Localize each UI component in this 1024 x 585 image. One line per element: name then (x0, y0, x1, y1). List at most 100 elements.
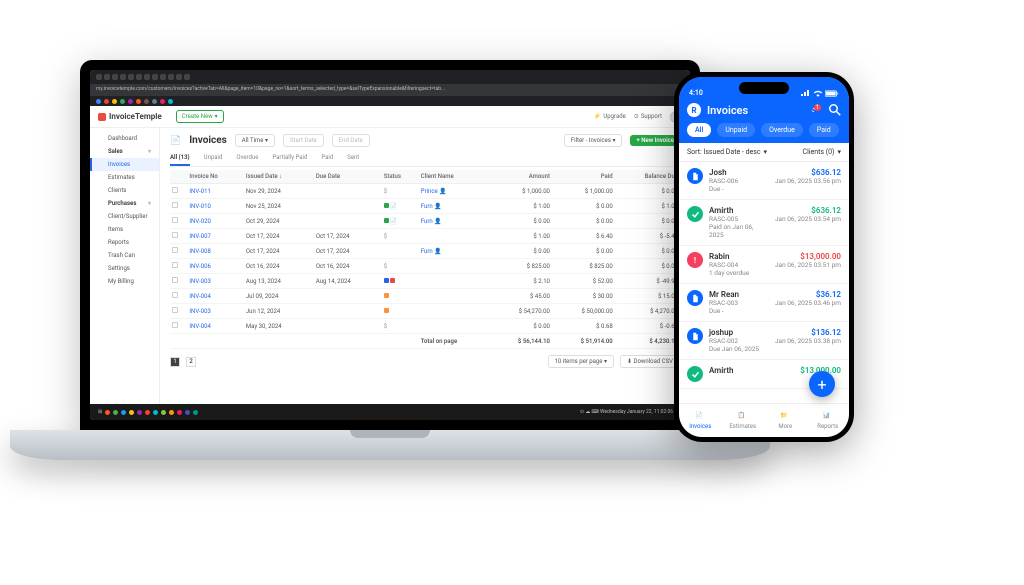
column-header[interactable]: Paid (552, 170, 615, 184)
column-header[interactable]: Invoice No (187, 170, 243, 184)
clients-filter-dropdown[interactable]: Clients (0) ▾ (803, 148, 841, 156)
sidebar-item-sales[interactable]: Sales ▾ (90, 145, 159, 158)
client-link[interactable]: Furn (421, 203, 433, 210)
new-invoice-button[interactable]: + New Invoice (630, 135, 680, 146)
fab-add-button[interactable]: + (809, 371, 835, 397)
time-filter-dropdown[interactable]: All Time ▾ (235, 134, 275, 147)
tab-paid[interactable]: Paid (321, 151, 333, 166)
invoice-link[interactable]: INV-003 (189, 278, 210, 285)
sidebar-item-dashboard[interactable]: Dashboard (90, 132, 159, 145)
brand-logo[interactable]: InvoiceTemple (98, 112, 162, 121)
column-header[interactable] (170, 170, 187, 184)
support-link[interactable]: ⊙ Support (634, 113, 662, 120)
table-row[interactable]: INV-003Aug 13, 2024Aug 14, 2024$ 2.10$ 5… (170, 274, 680, 289)
table-row[interactable]: INV-020Oct 29, 2024📄Furn 👤$ 0.00$ 0.00$ … (170, 214, 680, 229)
invoice-link[interactable]: INV-007 (189, 233, 210, 240)
table-row[interactable]: INV-007Oct 17, 2024Oct 17, 2024$$ 1.00$ … (170, 229, 680, 244)
sidebar-item-trash-can[interactable]: Trash Can (90, 249, 159, 262)
sidebar-item-my-billing[interactable]: My Billing (90, 275, 159, 288)
table-row[interactable]: INV-008Oct 17, 2024Oct 17, 2024Furn 👤$ 0… (170, 244, 680, 259)
invoice-link[interactable]: INV-020 (189, 218, 210, 225)
upgrade-link[interactable]: ⚡ Upgrade (594, 113, 626, 120)
table-row[interactable]: INV-004Jul 09, 2024$ 45.00$ 30.00$ 15.00 (170, 289, 680, 304)
invoice-link[interactable]: INV-003 (189, 308, 210, 315)
column-header[interactable]: Issued Date ↓ (244, 170, 314, 184)
filter-button[interactable]: Filter - Invoices ▾ (564, 134, 623, 147)
row-checkbox[interactable] (172, 292, 178, 298)
nav-reports[interactable]: 📊Reports (807, 404, 850, 437)
table-row[interactable]: INV-004May 30, 2024$$ 0.00$ 0.68$ -0.68 (170, 319, 680, 334)
row-checkbox[interactable] (172, 262, 178, 268)
tab-unpaid[interactable]: Unpaid (204, 151, 223, 166)
row-checkbox[interactable] (172, 217, 178, 223)
end-date-input[interactable]: End Date (332, 134, 370, 147)
phone-invoice-row[interactable]: AmirthRASC-005Paid on Jan 06, 2025$636.1… (679, 200, 849, 246)
row-checkbox[interactable] (172, 307, 178, 313)
row-checkbox[interactable] (172, 277, 178, 283)
tab-overdue[interactable]: Overdue (236, 151, 258, 166)
phone-tab-unpaid[interactable]: Unpaid (717, 123, 755, 137)
table-row[interactable]: INV-006Oct 16, 2024Oct 16, 2024$$ 825.00… (170, 259, 680, 274)
nav-estimates[interactable]: 📋Estimates (722, 404, 765, 437)
sidebar-item-items[interactable]: Items (90, 223, 159, 236)
sidebar-item-clients[interactable]: Clients (90, 184, 159, 197)
os-taskbar: ⊞ ⊙ ☁ ⌨ Wednesday January 22, 11:02:06 A… (90, 404, 690, 420)
browser-url-bar[interactable]: my.invoicetemple.com/customers/invoices?… (90, 84, 690, 96)
sort-dropdown[interactable]: Sort: Issued Date - desc ▾ (687, 148, 797, 156)
table-row[interactable]: INV-003Jun 12, 2024$ 54,270.00$ 50,000.0… (170, 304, 680, 319)
invoice-link[interactable]: INV-011 (189, 188, 210, 195)
sync-icon[interactable]: 1 (811, 104, 823, 116)
invoice-link[interactable]: INV-010 (189, 203, 210, 210)
user-avatar-icon[interactable]: R (687, 103, 701, 117)
phone-invoice-row[interactable]: joshupRSAC-002Due Jan 06, 2025$136.12Jan… (679, 322, 849, 360)
sidebar-item-estimates[interactable]: Estimates (90, 171, 159, 184)
client-link[interactable]: Prince (421, 188, 438, 195)
page-2-button[interactable]: 2 (186, 357, 196, 367)
invoices-table: Invoice NoIssued Date ↓Due DateStatusCli… (170, 170, 680, 349)
phone-tab-paid[interactable]: Paid (809, 123, 839, 137)
sidebar-item-client-supplier[interactable]: Client/Supplier (90, 210, 159, 223)
per-page-dropdown[interactable]: 10 items per page ▾ (548, 355, 614, 368)
row-checkbox[interactable] (172, 247, 178, 253)
row-checkbox[interactable] (172, 232, 178, 238)
invoice-link[interactable]: INV-006 (189, 263, 210, 270)
phone-tab-overdue[interactable]: Overdue (761, 123, 803, 137)
tab-sent[interactable]: Sent (347, 151, 359, 166)
phone-sort-bar: Sort: Issued Date - desc ▾ Clients (0) ▾ (679, 143, 849, 162)
laptop-base (10, 430, 770, 460)
column-header[interactable]: Due Date (314, 170, 382, 184)
row-checkbox[interactable] (172, 322, 178, 328)
page-1-button[interactable]: 1 (170, 357, 180, 367)
sidebar-item-reports[interactable]: Reports (90, 236, 159, 249)
main-panel: 📄 Invoices All Time ▾ Start Date End Dat… (160, 128, 690, 404)
tab-all[interactable]: All (13) (170, 151, 190, 166)
invoice-link[interactable]: INV-008 (189, 248, 210, 255)
column-header[interactable]: Client Name (419, 170, 489, 184)
laptop-screen: my.invoicetemple.com/customers/invoices?… (80, 60, 700, 430)
table-row[interactable]: INV-010Nov 25, 2024📄Furn 👤$ 1.00$ 0.00$ … (170, 199, 680, 214)
start-date-input[interactable]: Start Date (283, 134, 324, 147)
sidebar-item-invoices[interactable]: Invoices (90, 158, 159, 171)
invoice-link[interactable]: INV-004 (189, 293, 210, 300)
phone-tab-all[interactable]: All (687, 123, 711, 137)
client-link[interactable]: Furn (421, 248, 433, 255)
create-new-button[interactable]: Create New▾ (176, 110, 224, 123)
tab-partially[interactable]: Partially Paid (272, 151, 307, 166)
row-checkbox[interactable] (172, 187, 178, 193)
table-row[interactable]: INV-011Nov 29, 2024$Prince 👤$ 1,000.00$ … (170, 184, 680, 199)
phone-invoice-row[interactable]: Mr ReanRSAC-003Due -$36.12Jan 06, 2025 0… (679, 284, 849, 322)
client-link[interactable]: Furn (421, 218, 433, 225)
row-checkbox[interactable] (172, 202, 178, 208)
nav-more[interactable]: 📁More (764, 404, 807, 437)
column-header[interactable]: Status (382, 170, 419, 184)
column-header[interactable]: Amount (489, 170, 552, 184)
download-csv-button[interactable]: ⬇ Download CSV (620, 355, 680, 368)
sidebar-item-settings[interactable]: Settings (90, 262, 159, 275)
phone-invoice-row[interactable]: JoshRASC-006Due -$636.12Jan 06, 2025 03.… (679, 162, 849, 200)
search-icon[interactable] (829, 104, 841, 116)
invoice-link[interactable]: INV-004 (189, 323, 210, 330)
sidebar-item-purchases[interactable]: Purchases ▾ (90, 197, 159, 210)
column-header[interactable]: Balance Due (615, 170, 680, 184)
phone-invoice-row[interactable]: !RabinRASC-0041 day overdue$13,000.00Jan… (679, 246, 849, 284)
nav-invoices[interactable]: 📄Invoices (679, 404, 722, 437)
